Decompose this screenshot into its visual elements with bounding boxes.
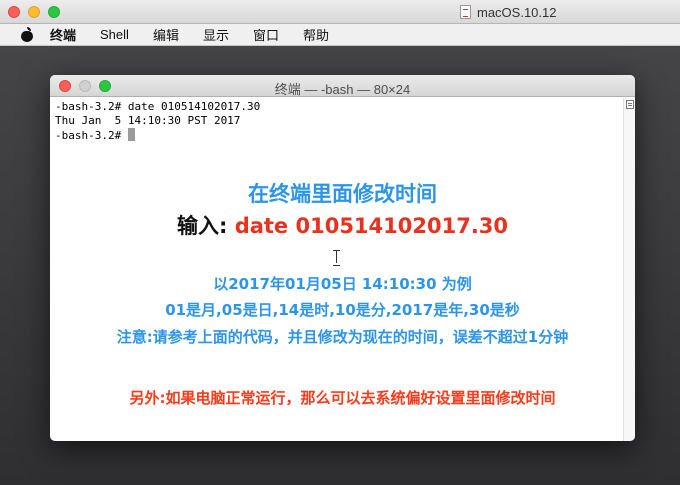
ibeam-cursor-icon: [333, 250, 340, 266]
annotation-note: 注意:请参考上面的代码，并且修改为现在的时间，误差不超过1分钟: [116, 328, 569, 346]
terminal-title: 终端 — -bash — 80×24: [274, 82, 411, 97]
terminal-titlebar[interactable]: 终端 — -bash — 80×24: [50, 75, 635, 97]
host-zoom-button[interactable]: [48, 6, 60, 18]
annotation-example: 以2017年01月05日 14:10:30 为例: [213, 275, 472, 293]
annotation-extra: 另外:如果电脑正常运行，那么可以去系统偏好设置里面修改时间: [129, 389, 556, 407]
terminal-line: Thu Jan 5 14:10:30 PST 2017: [55, 114, 241, 127]
annotation-input-label: 输入:: [176, 214, 235, 238]
menu-view[interactable]: 显示: [201, 25, 231, 44]
menu-shell[interactable]: Shell: [98, 27, 131, 42]
host-title: macOS.10.12: [460, 4, 557, 20]
terminal-prompt: -bash-3.2#: [55, 129, 128, 142]
terminal-prompt-line: -bash-3.2#: [55, 128, 618, 142]
terminal-window: 终端 — -bash — 80×24 -bash-3.2# date 01051…: [50, 75, 635, 441]
host-title-text: macOS.10.12: [477, 4, 557, 20]
host-minimize-button[interactable]: [28, 6, 40, 18]
host-close-button[interactable]: [8, 6, 20, 18]
menu-bar: 终端 Shell 编辑 显示 窗口 帮助: [0, 24, 680, 46]
menu-help[interactable]: 帮助: [301, 25, 331, 44]
terminal-line: -bash-3.2# date 010514102017.30: [55, 100, 261, 113]
split-pane-icon[interactable]: [626, 100, 634, 109]
annotation-explanation: 01是月,05是日,14是时,10是分,2017是年,30是秒: [165, 301, 520, 319]
annotation-heading: 在终端里面修改时间: [248, 182, 437, 206]
menu-window[interactable]: 窗口: [251, 25, 281, 44]
document-icon: [460, 5, 471, 19]
menu-edit[interactable]: 编辑: [151, 25, 181, 44]
host-titlebar: macOS.10.12: [0, 0, 680, 24]
annotation-input-command: date 010514102017.30: [234, 214, 509, 238]
text-cursor: [127, 128, 135, 141]
apple-icon[interactable]: [20, 26, 34, 43]
annotation-input: 输入: date 010514102017.30: [50, 210, 635, 240]
menu-terminal[interactable]: 终端: [48, 25, 78, 44]
